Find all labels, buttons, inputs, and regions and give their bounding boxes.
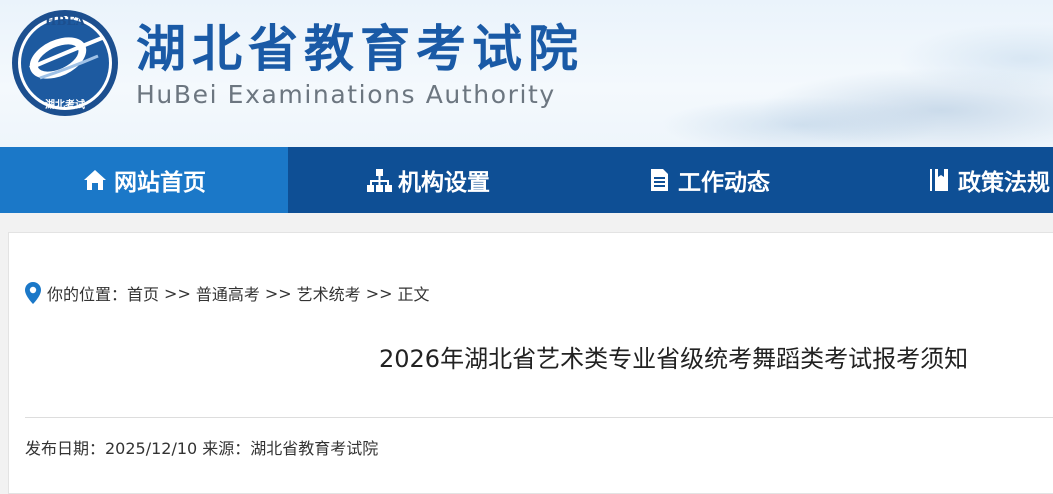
- article-panel: 你的位置： 首页 >> 普通高考 >> 艺术统考 >> 正文 2026年湖北省艺…: [8, 232, 1053, 494]
- breadcrumb: 你的位置： 首页 >> 普通高考 >> 艺术统考 >> 正文: [25, 281, 430, 305]
- logo-text-en: HBEA: [45, 14, 86, 28]
- nav-item-org[interactable]: 机构设置: [288, 147, 568, 213]
- title-divider: [25, 417, 1053, 418]
- document-icon: [646, 167, 672, 193]
- home-icon: [82, 167, 108, 193]
- article-meta: 发布日期：2025/12/10 来源：湖北省教育考试院: [25, 439, 379, 458]
- main-nav: 网站首页 机构设置 工作动态 政策法规: [0, 147, 1053, 213]
- logo-text-cn: 湖北考试: [45, 98, 85, 111]
- nav-item-label: 网站首页: [114, 170, 206, 196]
- nav-item-label: 政策法规: [958, 170, 1050, 196]
- nav-item-news[interactable]: 工作动态: [568, 147, 848, 213]
- nav-item-label: 工作动态: [678, 170, 770, 196]
- book-icon: [926, 167, 952, 193]
- breadcrumb-art-exam[interactable]: 艺术统考: [297, 281, 361, 305]
- nav-item-policy[interactable]: 政策法规: [848, 147, 1053, 213]
- breadcrumb-prefix: 你的位置：: [47, 285, 128, 304]
- site-logo[interactable]: HBEA 湖北考试: [10, 8, 120, 118]
- breadcrumb-separator: >>: [264, 283, 292, 303]
- breadcrumb-separator: >>: [365, 283, 393, 303]
- breadcrumb-current: 正文: [397, 285, 430, 304]
- site-title: 湖北省教育考试院: [136, 19, 584, 78]
- breadcrumb-separator: >>: [164, 283, 191, 303]
- article-title: 2026年湖北省艺术类专业省级统考舞蹈类考试报考须知: [379, 345, 969, 373]
- site-header: HBEA 湖北考试 湖北省教育考试院 HuBei Examinations Au…: [0, 0, 1053, 147]
- org-chart-icon: [366, 167, 392, 193]
- location-pin-icon: [25, 282, 41, 304]
- nav-item-home[interactable]: 网站首页: [0, 147, 288, 213]
- breadcrumb-gaokao[interactable]: 普通高考: [196, 281, 260, 305]
- breadcrumb-home[interactable]: 首页: [127, 281, 159, 305]
- site-subtitle: HuBei Examinations Authority: [136, 80, 556, 109]
- nav-item-label: 机构设置: [398, 170, 490, 196]
